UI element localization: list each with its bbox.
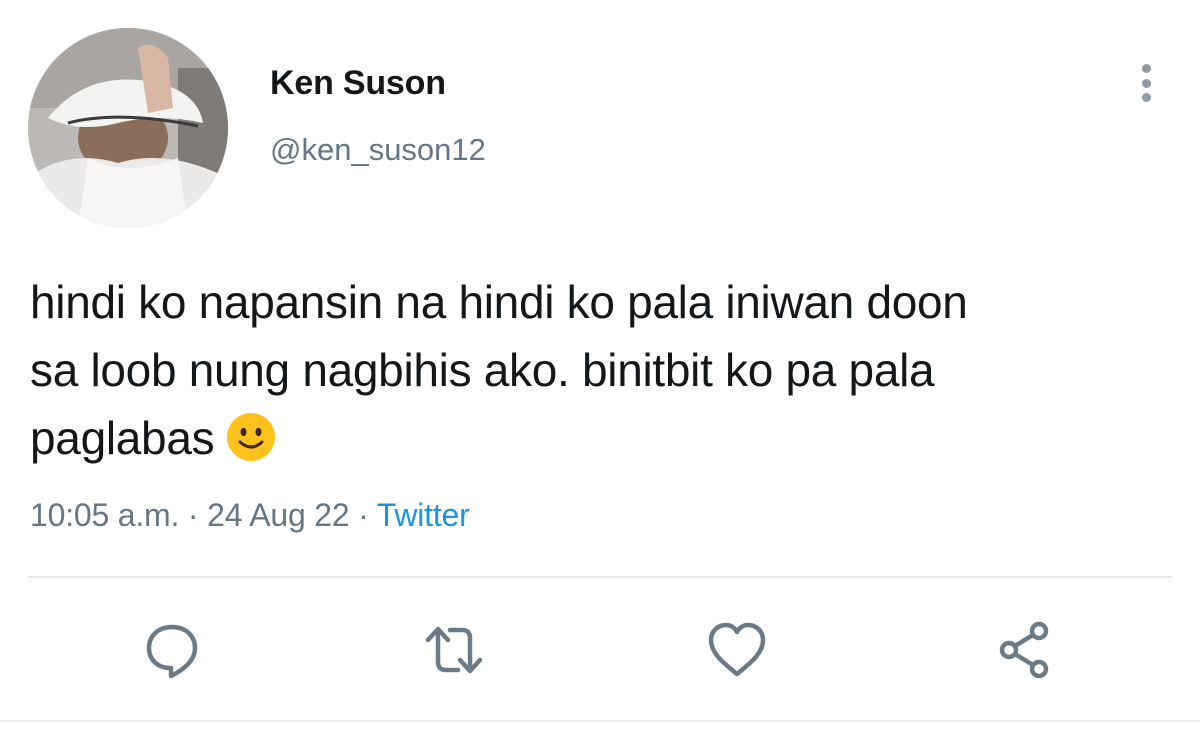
- author-display-name[interactable]: Ken Suson: [270, 64, 446, 103]
- slightly-smiling-face-icon: [227, 412, 276, 461]
- retweet-button[interactable]: [422, 618, 486, 682]
- meta-separator: ·: [187, 497, 199, 533]
- tweet-date[interactable]: 24 Aug 22: [207, 497, 350, 533]
- tweet-text-line: paglabas: [30, 404, 1180, 472]
- tweet-text-line-content: paglabas: [30, 412, 215, 464]
- meta-separator: ·: [358, 497, 369, 533]
- avatar[interactable]: [28, 28, 228, 228]
- divider: [28, 576, 1172, 578]
- tweet-text: hindi ko napansin na hindi ko pala iniwa…: [30, 268, 1180, 472]
- tweet-text-line: hindi ko napansin na hindi ko pala iniwa…: [30, 276, 968, 328]
- retweet-icon: [425, 626, 483, 674]
- bottom-divider: [0, 720, 1200, 722]
- share-icon: [999, 621, 1049, 679]
- more-options-dot: [1141, 93, 1151, 102]
- more-options-button[interactable]: [1126, 58, 1166, 108]
- more-options-icon: [1141, 64, 1151, 73]
- tweet-card: Ken Suson @ken_suson12 hindi ko napansin…: [0, 0, 1200, 739]
- tweet-source-link[interactable]: Twitter: [377, 497, 470, 533]
- tweet-text-line: sa loob nung nagbihis ako. binitbit ko p…: [30, 344, 935, 396]
- author-handle[interactable]: @ken_suson12: [270, 132, 486, 168]
- reply-button[interactable]: [140, 618, 204, 682]
- tweet-time[interactable]: 10:05 a.m.: [30, 497, 179, 533]
- share-button[interactable]: [993, 618, 1057, 682]
- like-button[interactable]: [705, 618, 769, 682]
- like-icon: [708, 622, 766, 677]
- reply-icon: [146, 624, 198, 679]
- avatar-image: [28, 28, 228, 228]
- tweet-meta: 10:05 a.m. · 24 Aug 22 · Twitter: [30, 497, 470, 534]
- more-options-dot: [1141, 78, 1151, 88]
